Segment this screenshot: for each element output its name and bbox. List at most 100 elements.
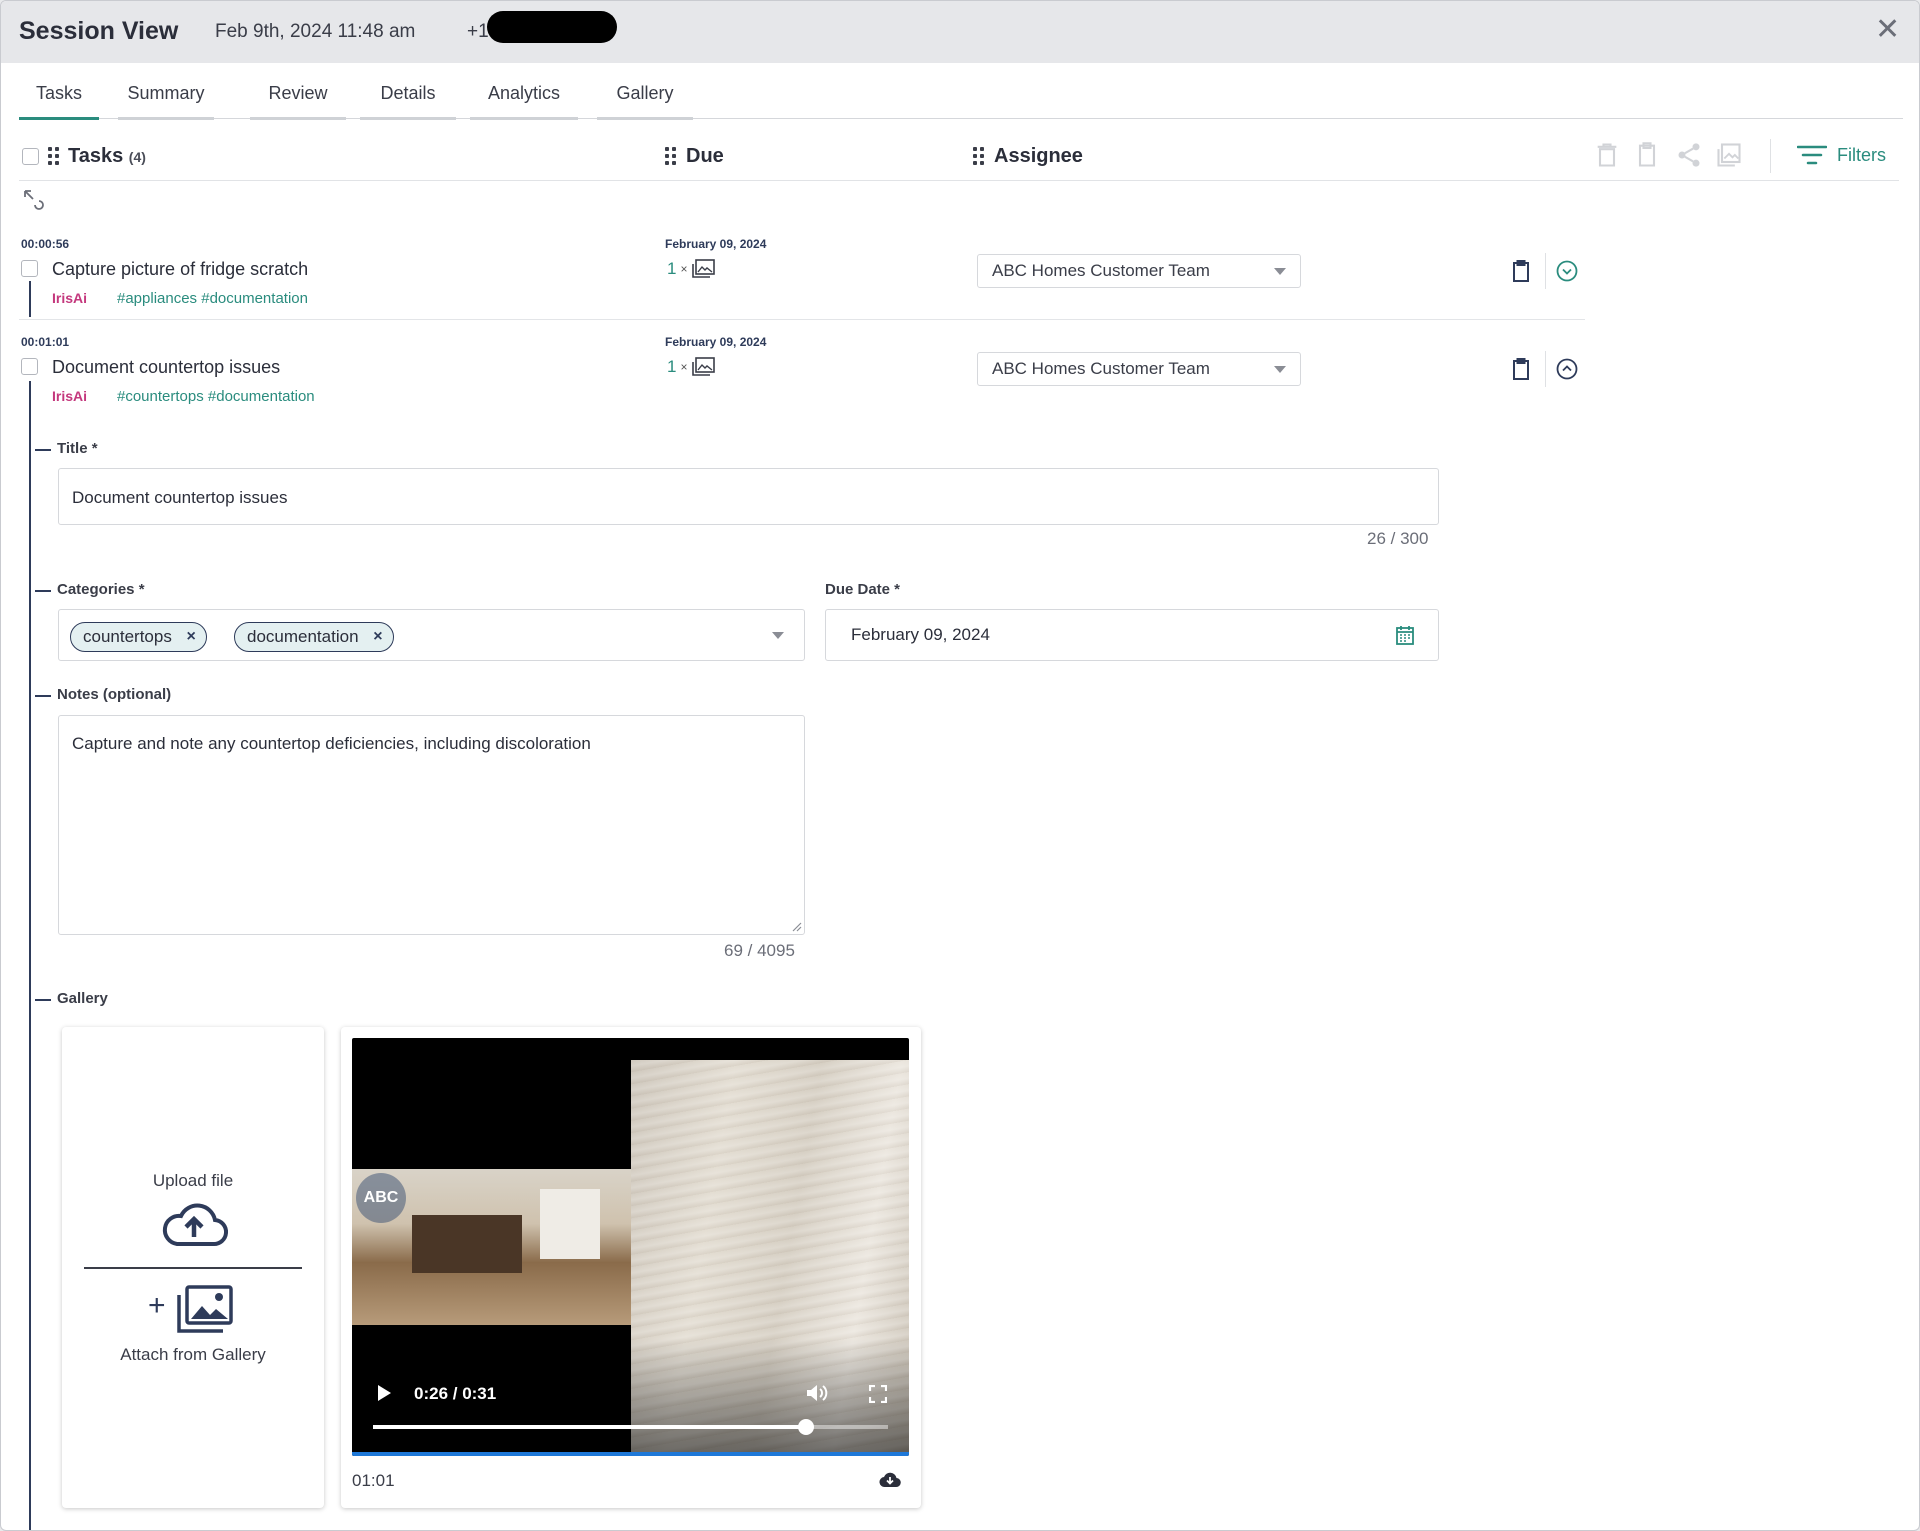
assignee-value: ABC Homes Customer Team	[992, 261, 1210, 280]
collapse-all-icon[interactable]	[21, 187, 45, 211]
notes-value: Capture and note any countertop deficien…	[72, 734, 591, 753]
remove-chip-icon[interactable]: ×	[373, 623, 382, 651]
attach-from-gallery-label[interactable]: Attach from Gallery	[62, 1345, 324, 1365]
due-date-value: February 09, 2024	[851, 625, 990, 644]
tab-summary[interactable]: Summary	[118, 63, 214, 120]
clipboard-icon[interactable]	[1633, 141, 1661, 169]
task-row: 00:01:01 Document countertop issues Iris…	[19, 329, 1585, 415]
cloud-download-icon[interactable]	[879, 1471, 901, 1489]
gallery-icon[interactable]	[175, 1285, 233, 1333]
video-player[interactable]: ABC 0:26 / 0:31	[352, 1038, 909, 1456]
task-thread-line	[29, 281, 31, 317]
task-checkbox[interactable]	[21, 358, 38, 375]
tab-tasks[interactable]: Tasks	[19, 63, 99, 120]
task-thread-line	[29, 381, 31, 1530]
drag-handle-icon[interactable]	[973, 147, 987, 167]
task-checkbox[interactable]	[21, 260, 38, 277]
filters-label: Filters	[1837, 144, 1886, 165]
media-count-value: 1	[667, 259, 677, 278]
image-icon	[692, 259, 716, 278]
redacted-phone-number	[487, 11, 617, 43]
filter-icon	[1797, 145, 1827, 165]
video-card: ABC 0:26 / 0:31 01:01	[341, 1027, 921, 1508]
expand-chevron-icon[interactable]	[1555, 259, 1579, 283]
resize-handle-icon[interactable]	[792, 922, 802, 932]
task-due-date: February 09, 2024	[665, 335, 767, 349]
select-all-checkbox[interactable]	[22, 148, 39, 165]
row-divider	[1545, 253, 1546, 289]
play-icon[interactable]	[376, 1384, 392, 1402]
media-count[interactable]: 1 ×	[667, 357, 716, 377]
share-icon[interactable]	[1675, 141, 1703, 169]
session-datetime: Feb 9th, 2024 11:48 am	[215, 21, 416, 42]
interior-window	[540, 1189, 600, 1259]
chevron-down-icon	[1274, 366, 1286, 373]
assignee-select[interactable]: ABC Homes Customer Team	[977, 352, 1301, 386]
upload-card: Upload file + Attach from Gallery	[62, 1027, 324, 1508]
category-chip-countertops: countertops ×	[70, 622, 207, 652]
notes-textarea[interactable]: Capture and note any countertop deficien…	[58, 715, 805, 935]
task-owner: IrisAi	[52, 290, 88, 306]
plus-icon[interactable]: +	[148, 1289, 166, 1323]
volume-icon[interactable]	[805, 1383, 829, 1403]
task-timestamp: 00:01:01	[21, 335, 70, 349]
assignee-select[interactable]: ABC Homes Customer Team	[977, 254, 1301, 288]
drag-handle-icon[interactable]	[48, 147, 62, 167]
column-header-due[interactable]: Due	[686, 145, 724, 168]
tab-gallery[interactable]: Gallery	[597, 63, 693, 120]
modal-title: Session View	[19, 17, 179, 45]
filters-button[interactable]: Filters	[1797, 143, 1886, 167]
chevron-down-icon[interactable]	[772, 632, 784, 639]
close-icon[interactable]: ✕	[1875, 15, 1900, 45]
video-focus-outline	[352, 1452, 909, 1456]
modal-header: Session View Feb 9th, 2024 11:48 am +1 ✕	[1, 1, 1919, 63]
upload-file-label[interactable]: Upload file	[62, 1171, 324, 1191]
title-label: Title *	[57, 440, 98, 457]
category-chip-documentation: documentation ×	[234, 622, 394, 652]
trash-icon[interactable]	[1593, 141, 1621, 169]
fullscreen-icon[interactable]	[869, 1385, 887, 1403]
categories-label: Categories *	[57, 581, 145, 598]
video-frame-interior: ABC	[352, 1169, 631, 1325]
gallery-icon[interactable]	[1715, 141, 1743, 169]
title-char-counter: 26 / 300	[1367, 529, 1429, 548]
clipboard-icon[interactable]	[1509, 259, 1533, 283]
interior-counter	[412, 1215, 522, 1273]
tab-review[interactable]: Review	[250, 63, 346, 120]
task-title[interactable]: Document countertop issues	[52, 357, 280, 378]
clipboard-icon[interactable]	[1509, 357, 1533, 381]
video-scrubber-handle[interactable]	[797, 1419, 814, 1435]
categories-select[interactable]: countertops × documentation ×	[58, 609, 805, 661]
video-caption-timestamp: 01:01	[352, 1471, 395, 1490]
column-header-tasks[interactable]: Tasks (4)	[68, 145, 146, 168]
field-marker	[35, 449, 51, 451]
collapse-chevron-icon[interactable]	[1555, 357, 1579, 381]
media-count-multiplier: ×	[680, 360, 688, 374]
toolbar-divider	[1770, 139, 1771, 173]
task-count: (4)	[128, 149, 146, 165]
image-icon	[692, 357, 716, 376]
media-count-value: 1	[667, 357, 677, 376]
task-table-header: Tasks (4) Due Assignee Filters	[19, 139, 1899, 181]
cloud-upload-icon[interactable]	[159, 1199, 229, 1249]
task-row: 00:00:56 Capture picture of fridge scrat…	[19, 231, 1585, 319]
calendar-icon[interactable]	[1396, 625, 1414, 645]
column-header-assignee[interactable]: Assignee	[994, 145, 1083, 168]
due-date-label: Due Date *	[825, 581, 901, 598]
media-count-multiplier: ×	[680, 262, 688, 276]
assignee-value: ABC Homes Customer Team	[992, 359, 1210, 378]
due-date-input[interactable]: February 09, 2024	[825, 609, 1439, 661]
task-tags: #appliances #documentation	[117, 290, 308, 307]
video-time-display: 0:26 / 0:31	[414, 1384, 497, 1403]
drag-handle-icon[interactable]	[665, 147, 679, 167]
category-chip-label: documentation	[247, 627, 359, 646]
media-count[interactable]: 1 ×	[667, 259, 716, 279]
title-input[interactable]: Document countertop issues	[58, 468, 1439, 525]
video-progress-track[interactable]	[373, 1419, 888, 1435]
remove-chip-icon[interactable]: ×	[187, 623, 196, 651]
field-marker	[35, 590, 51, 592]
tab-analytics[interactable]: Analytics	[470, 63, 578, 120]
task-title[interactable]: Capture picture of fridge scratch	[52, 259, 308, 280]
tab-details[interactable]: Details	[360, 63, 456, 120]
row-divider	[1545, 351, 1546, 387]
